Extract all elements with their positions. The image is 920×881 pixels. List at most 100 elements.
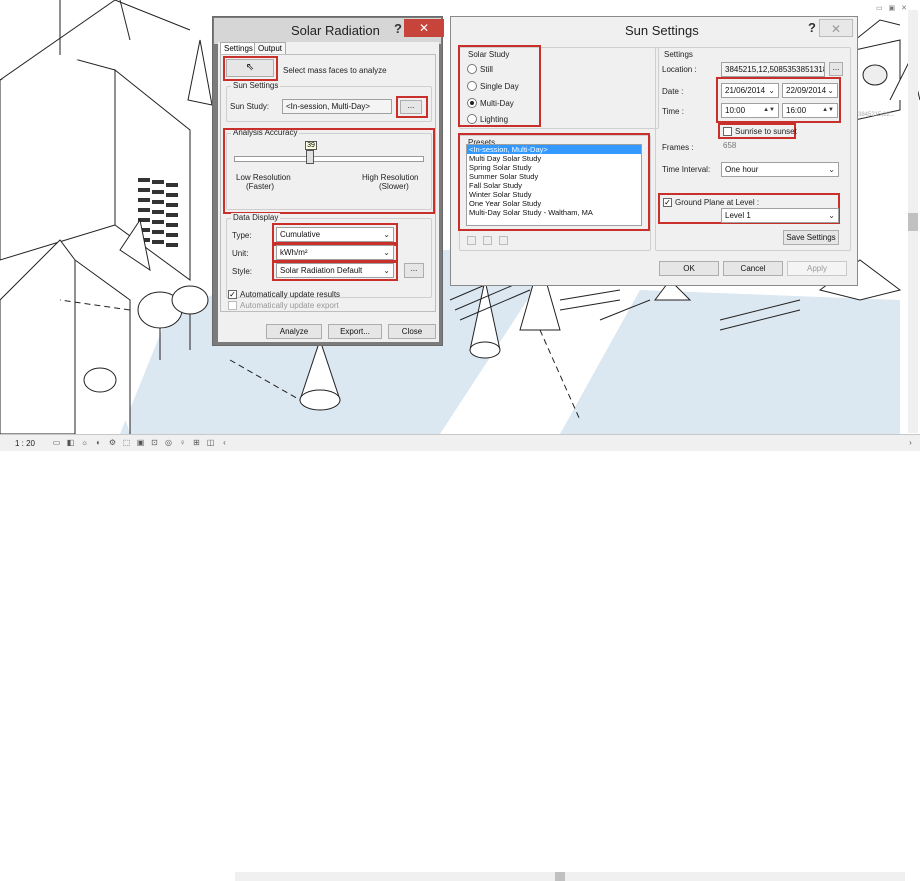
sun-path-icon[interactable]: ☼ [80, 438, 89, 447]
close-icon[interactable]: ✕ [819, 19, 853, 37]
mode-single-day-radio[interactable] [467, 81, 477, 91]
solar-radiation-title: Solar Radiation [291, 23, 380, 38]
location-browse-button[interactable]: ... [829, 62, 843, 76]
highlight-displacement-icon[interactable]: ◫ [206, 438, 215, 447]
tab-output[interactable]: Output [254, 42, 287, 54]
close-icon[interactable]: ✕ [404, 19, 444, 37]
ground-plane-checkbox[interactable]: ✓ [663, 198, 672, 207]
visual-style-icon[interactable]: ◧ [66, 438, 75, 447]
location-field: 3845215,12,5085353851318 [721, 62, 825, 77]
mode-multi-day-radio[interactable] [467, 98, 477, 108]
render-icon[interactable]: ⚙ [108, 438, 117, 447]
mode-lighting-radio[interactable] [467, 114, 477, 124]
time-end-spinner[interactable]: 16:00 ▲▼ [782, 103, 838, 118]
save-settings-button[interactable]: Save Settings [783, 230, 839, 245]
time-start-value: 10:00 [725, 106, 746, 115]
preset-item[interactable]: Multi Day Solar Study [467, 154, 641, 163]
data-display-title: Data Display [231, 213, 281, 222]
preset-item[interactable]: Spring Solar Study [467, 163, 641, 172]
sunrise-checkbox[interactable] [723, 127, 732, 136]
mode-still-radio[interactable] [467, 64, 477, 74]
vertical-scrollbar[interactable] [908, 10, 918, 433]
preset-item[interactable]: Multi-Day Solar Study - Waltham, MA [467, 208, 641, 217]
preset-item[interactable]: One Year Solar Study [467, 199, 641, 208]
ok-button[interactable]: OK [659, 261, 719, 276]
time-label: Time : [662, 107, 684, 116]
accuracy-value-label: 39 [305, 141, 317, 150]
interval-select[interactable]: One hour ⌄ [721, 162, 839, 177]
type-value: Cumulative [280, 230, 321, 239]
date-end-picker[interactable]: 22/09/2014 ⌄ [782, 83, 838, 98]
auto-export-checkbox[interactable] [228, 301, 237, 310]
preset-item[interactable]: Winter Solar Study [467, 190, 641, 199]
sun-study-browse-button[interactable]: ... [400, 100, 422, 114]
level-value: Level 1 [725, 211, 751, 220]
shadows-icon[interactable]: ◐ [94, 438, 103, 447]
chevron-down-icon: ⌄ [827, 86, 834, 95]
location-label: Location : [662, 65, 697, 74]
auto-export-label: Automatically update export [240, 301, 339, 310]
unit-label: Unit: [232, 249, 249, 258]
delete-preset-icon[interactable] [499, 236, 508, 245]
help-button[interactable]: ? [391, 21, 405, 37]
cancel-button[interactable]: Cancel [723, 261, 783, 276]
apply-button[interactable]: Apply [787, 261, 847, 276]
show-crop-icon[interactable]: ▣ [136, 438, 145, 447]
horizontal-scroll-thumb[interactable] [555, 872, 565, 881]
time-start-spinner[interactable]: 10:00 ▲▼ [721, 103, 779, 118]
chevron-down-icon: ⌄ [828, 211, 835, 220]
preset-item[interactable]: <In-session, Multi-Day> [467, 145, 641, 154]
export-button[interactable]: Export... [328, 324, 382, 339]
duplicate-preset-icon[interactable] [467, 236, 476, 245]
detail-level-icon[interactable]: ▭ [52, 438, 61, 447]
analysis-display-icon[interactable]: ⊞ [192, 438, 201, 447]
close-button[interactable]: Close [388, 324, 436, 339]
high-resolution-sub: (Slower) [379, 182, 409, 191]
style-select[interactable]: Solar Radiation Default ⌄ [276, 263, 394, 278]
tab-settings[interactable]: Settings [220, 42, 257, 54]
auto-results-checkbox[interactable]: ✓ [228, 290, 237, 299]
level-select[interactable]: Level 1 ⌄ [721, 208, 839, 223]
interval-label: Time Interval: [662, 165, 711, 174]
vertical-scroll-thumb[interactable] [908, 213, 918, 231]
settings-title: Settings [662, 50, 695, 59]
preset-item[interactable]: Summer Solar Study [467, 172, 641, 181]
viewcube-coordinate-label: 3845215,12... [858, 112, 895, 118]
rename-preset-icon[interactable] [483, 236, 492, 245]
mode-single-day-label: Single Day [480, 82, 519, 91]
unit-select[interactable]: kWh/m² ⌄ [276, 245, 394, 260]
help-button[interactable]: ? [805, 20, 819, 36]
date-start-value: 21/06/2014 [725, 86, 766, 95]
type-select[interactable]: Cumulative ⌄ [276, 227, 394, 242]
select-faces-button[interactable]: ⇖ [226, 59, 274, 77]
analysis-accuracy-title: Analysis Accuracy [231, 128, 300, 137]
chevron-down-icon: ⌄ [383, 230, 390, 239]
spinner-icon: ▲▼ [822, 107, 834, 113]
solar-radiation-body: Settings Output ⇖ Select mass faces to a… [218, 42, 439, 342]
analyze-button[interactable]: Analyze [266, 324, 322, 339]
select-faces-label: Select mass faces to analyze [283, 66, 387, 75]
sun-settings-title: Sun Settings [231, 81, 281, 90]
temporary-hide-icon[interactable]: ◎ [164, 438, 173, 447]
style-browse-button[interactable]: ... [404, 263, 424, 278]
sun-settings-title: Sun Settings [625, 23, 699, 38]
lock-view-icon[interactable]: ⊡ [150, 438, 159, 447]
crop-view-icon[interactable]: ⬚ [122, 438, 131, 447]
chevron-down-icon: ⌄ [383, 248, 390, 257]
horizontal-scrollbar[interactable] [235, 872, 905, 881]
mode-multi-day-label: Multi-Day [480, 99, 514, 108]
high-resolution-label: High Resolution [362, 173, 419, 182]
sun-study-label: Sun Study: [230, 102, 270, 111]
date-start-picker[interactable]: 21/06/2014 ⌄ [721, 83, 779, 98]
scroll-left-icon[interactable]: ‹ [220, 438, 229, 447]
low-resolution-label: Low Resolution [236, 173, 291, 182]
accuracy-slider-thumb[interactable] [306, 150, 314, 164]
reveal-hidden-icon[interactable]: ♀ [178, 438, 187, 447]
scroll-right-icon[interactable]: › [906, 438, 915, 447]
style-value: Solar Radiation Default [280, 266, 363, 275]
preset-item[interactable]: Fall Solar Study [467, 181, 641, 190]
view-scale[interactable]: 1 : 20 [6, 438, 44, 449]
mode-lighting-label: Lighting [480, 115, 509, 124]
presets-list[interactable]: <In-session, Multi-Day> Multi Day Solar … [466, 144, 642, 226]
accuracy-slider-track[interactable] [234, 156, 424, 162]
